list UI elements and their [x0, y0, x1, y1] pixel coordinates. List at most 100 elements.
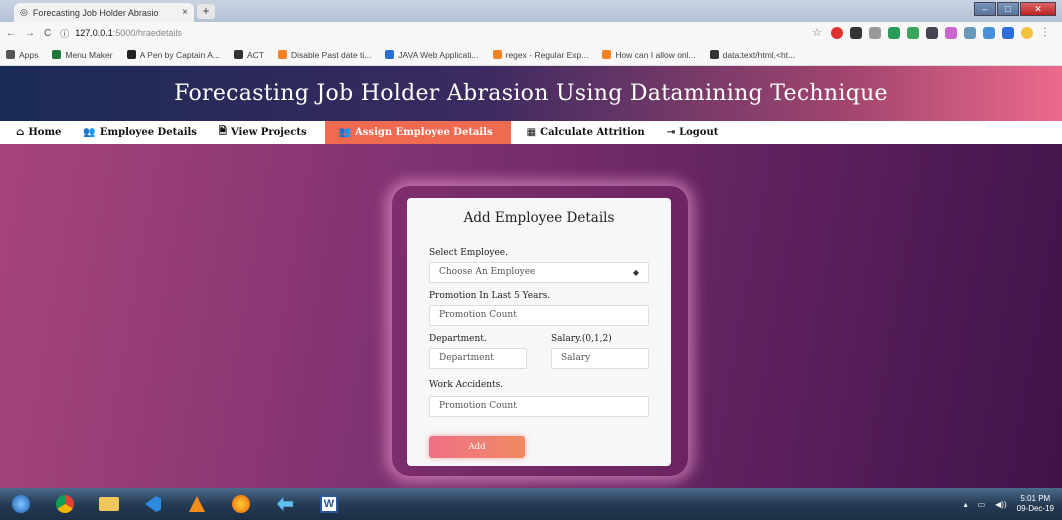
stackoverflow-icon — [277, 50, 287, 59]
reload-icon[interactable]: C — [44, 28, 51, 39]
form-title: Add Employee Details — [463, 210, 615, 226]
document-icon — [385, 50, 395, 59]
promotion-count-input[interactable]: Promotion Count — [429, 305, 649, 326]
globe-icon: ◎ — [20, 7, 28, 17]
nav-label: Employee Details — [99, 127, 197, 138]
bookmark-label: regex - Regular Exp... — [505, 49, 589, 60]
add-button[interactable]: Add — [429, 436, 525, 458]
close-window-button[interactable]: ✕ — [1020, 2, 1056, 16]
nav-label: Calculate Attrition — [540, 127, 645, 138]
profile-icon[interactable] — [1021, 27, 1033, 39]
bookmark-item[interactable]: How can I allow onl... — [602, 49, 696, 60]
extension-icon[interactable] — [850, 27, 862, 39]
logout-icon: ⇥ — [666, 127, 676, 138]
adblock-icon[interactable] — [831, 27, 843, 39]
salary-input[interactable]: Salary — [551, 348, 649, 369]
calculator-icon: ▦ — [526, 127, 537, 138]
codepen-icon — [126, 50, 136, 59]
extension-icon[interactable] — [1002, 27, 1014, 39]
extension-icon[interactable] — [907, 27, 919, 39]
employee-select-label: Select Employee. — [429, 248, 508, 258]
taskbar: W ▴ ▭ ◀)) 5:01 PM 09-Dec-19 — [0, 488, 1062, 520]
tray-expand-icon[interactable]: ▴ — [964, 500, 968, 509]
url-path: :5000/hraedetails — [112, 28, 182, 38]
bookmark-item[interactable]: Menu Maker — [52, 49, 113, 60]
extension-icon[interactable] — [869, 27, 881, 39]
work-accidents-input[interactable]: Promotion Count — [429, 396, 649, 417]
folder-icon[interactable] — [92, 492, 126, 516]
bookmark-item[interactable]: A Pen by Captain A... — [126, 50, 220, 60]
extension-icon[interactable] — [945, 27, 957, 39]
bookmark-item[interactable]: Disable Past date ti... — [277, 49, 372, 60]
firefox-icon[interactable] — [224, 492, 258, 516]
url-field[interactable]: ⓘ 127.0.0.1:5000/hraedetails — [60, 27, 803, 40]
nav-item-assign-employee-details[interactable]: 👥 Assign Employee Details — [324, 121, 511, 144]
bookmark-item[interactable]: data:text/html,<ht... — [709, 50, 795, 60]
work-accidents-label: Work Accidents. — [429, 380, 504, 390]
globe-icon — [709, 50, 719, 59]
bookmarks-bar: Apps Menu Maker A Pen by Captain A... ACT Di… — [0, 44, 1062, 66]
nav-label: Home — [28, 127, 62, 138]
bookmark-label: How can I allow onl... — [615, 49, 696, 60]
nav-item-logout[interactable]: ⇥ Logout — [663, 121, 737, 144]
stackoverflow-icon — [492, 50, 502, 59]
info-icon: ⓘ — [60, 28, 70, 39]
extension-icon[interactable] — [888, 27, 900, 39]
menu-icon[interactable]: ⋮ — [1040, 27, 1052, 39]
bookmark-item[interactable]: Apps — [6, 50, 38, 60]
minimize-button[interactable]: – — [974, 2, 996, 16]
home-icon: ⌂ — [16, 127, 25, 138]
chrome-icon[interactable] — [48, 492, 82, 516]
vlc-icon[interactable] — [180, 492, 214, 516]
extension-icon[interactable] — [964, 27, 976, 39]
add-employee-form: Add Employee Details Select Employee. Ch… — [407, 198, 671, 466]
department-input[interactable]: Department — [429, 348, 527, 369]
vscode-icon[interactable] — [136, 492, 170, 516]
apps-grid-icon — [6, 50, 15, 59]
main-nav: ⌂ Home 👥 Employee Details 🗎 View Project… — [0, 121, 1062, 144]
page-content: Forecasting Job Holder Abrasion Using Da… — [0, 66, 1062, 488]
nav-label: Logout — [679, 127, 719, 138]
new-tab-button[interactable]: + — [197, 4, 215, 19]
nav-item-home[interactable]: ⌂ Home — [12, 121, 79, 144]
maximize-button[interactable]: □ — [997, 2, 1019, 16]
bookmark-item[interactable]: JAVA Web Applicati... — [385, 49, 479, 60]
bookmark-item[interactable]: ACT — [233, 50, 264, 60]
word-icon[interactable]: W — [312, 492, 346, 516]
bookmark-label: Disable Past date ti... — [290, 49, 372, 60]
nav-label: View Projects — [230, 127, 307, 138]
forward-icon[interactable]: → — [25, 28, 35, 39]
bookmark-label: Apps — [19, 49, 39, 60]
close-tab-icon[interactable]: × — [182, 7, 188, 18]
window-controls: – □ ✕ — [974, 2, 1056, 16]
volume-icon[interactable]: ◀)) — [995, 500, 1006, 509]
extension-icon[interactable] — [926, 27, 938, 39]
department-label: Department. — [429, 334, 487, 344]
url-host: 127.0.0.1 — [75, 28, 113, 38]
globe-icon — [233, 50, 243, 59]
nav-item-view-projects[interactable]: 🗎 View Projects — [215, 121, 325, 144]
back-icon[interactable]: ← — [6, 28, 16, 39]
browser-tab-bar: ◎ Forecasting Job Holder Abrasio × + – □… — [0, 0, 1062, 22]
clock-date: 09-Dec-19 — [1016, 504, 1054, 513]
nav-item-calculate-attrition[interactable]: ▦ Calculate Attrition — [523, 121, 663, 144]
bookmark-item[interactable]: regex - Regular Exp... — [492, 49, 589, 60]
nav-item-employee-details[interactable]: 👥 Employee Details — [79, 121, 215, 144]
site-banner: Forecasting Job Holder Abrasion Using Da… — [0, 66, 1062, 121]
salary-label: Salary.(0,1,2) — [551, 334, 612, 344]
network-icon[interactable]: ▭ — [978, 500, 986, 509]
bookmark-label: JAVA Web Applicati... — [398, 49, 479, 60]
bookmark-icon — [52, 50, 62, 59]
browser-tab[interactable]: ◎ Forecasting Job Holder Abrasio × — [14, 3, 194, 22]
file-icon: 🗎 — [218, 126, 227, 137]
page-title: Forecasting Job Holder Abrasion Using Da… — [174, 81, 888, 106]
clock[interactable]: 5:01 PM 09-Dec-19 — [1017, 494, 1054, 514]
bookmark-label: Menu Maker — [65, 49, 113, 60]
employee-select[interactable]: Choose An Employee ◆ — [429, 262, 649, 283]
star-icon[interactable]: ☆ — [812, 27, 824, 39]
extension-icon[interactable] — [983, 27, 995, 39]
arrow-app-icon[interactable] — [268, 492, 302, 516]
select-arrow-icon: ◆ — [632, 268, 639, 277]
clock-time: 5:01 PM — [1020, 494, 1051, 503]
start-button[interactable] — [4, 492, 38, 516]
